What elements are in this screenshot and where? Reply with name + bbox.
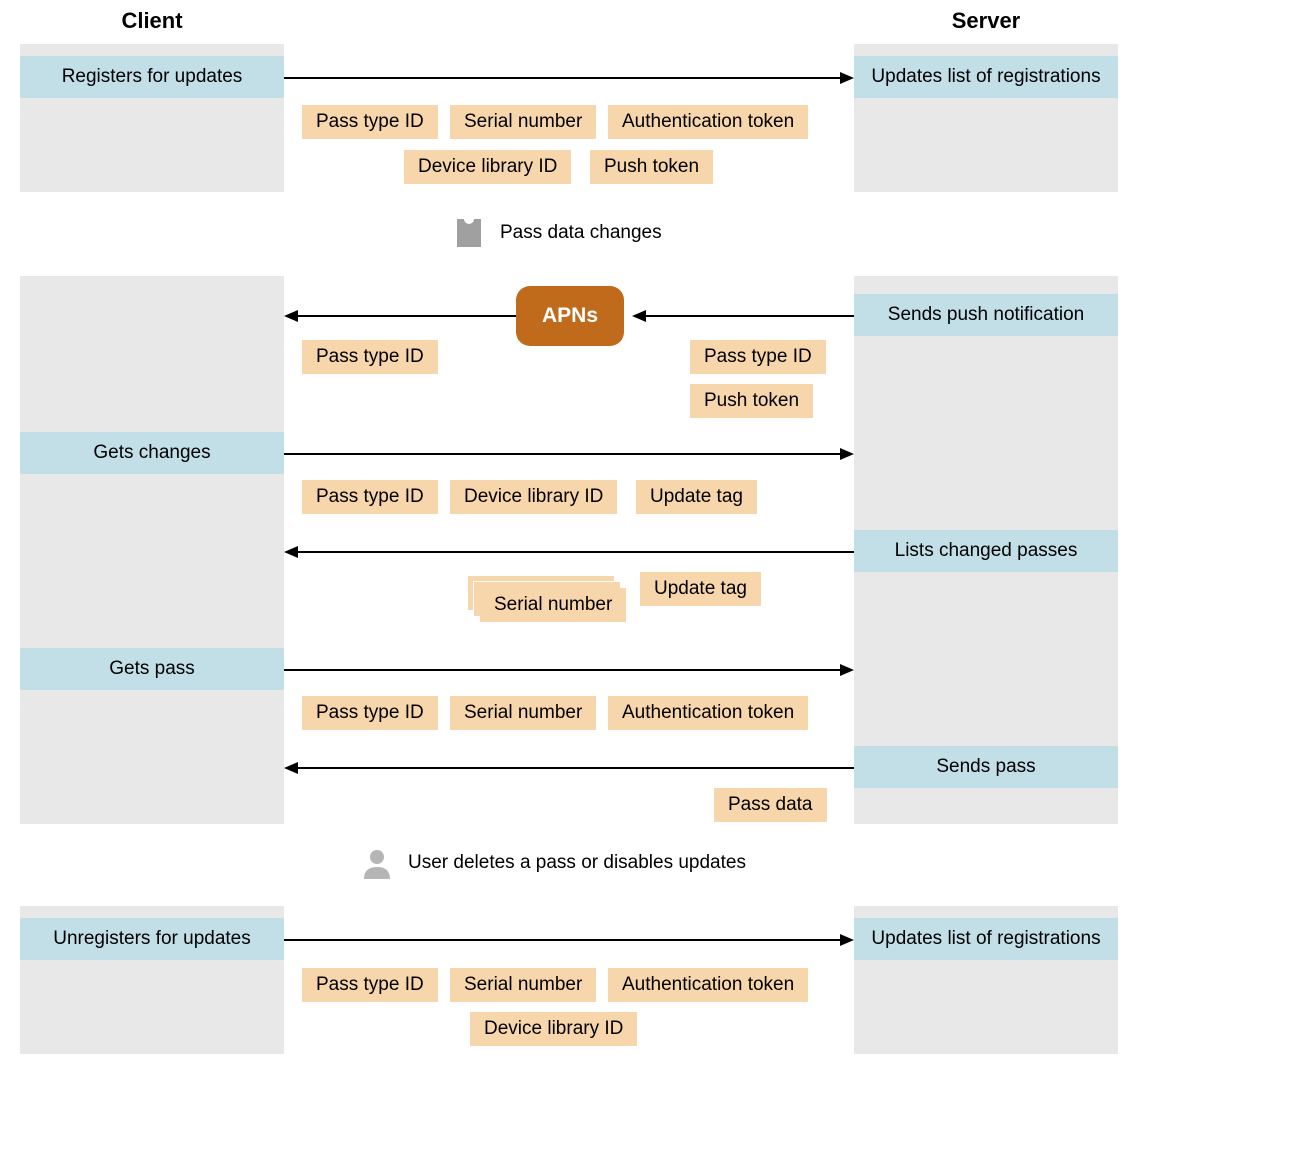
server-header: Server <box>854 8 1118 34</box>
pill-push-token-apns: Push token <box>690 384 813 418</box>
action-gets-pass: Gets pass <box>20 648 284 690</box>
pill-pass-type-id: Pass type ID <box>302 105 438 139</box>
action-sends-pass: Sends pass <box>854 746 1118 788</box>
user-icon <box>360 846 394 880</box>
client-header: Client <box>20 8 284 34</box>
pill-push-token: Push token <box>590 150 713 184</box>
arrow-unregister <box>284 930 854 950</box>
arrow-gets-pass <box>284 660 854 680</box>
client-lane-phase2 <box>20 276 284 824</box>
arrow-server-to-apns <box>632 306 854 326</box>
action-sends-push-notification: Sends push notification <box>854 294 1118 336</box>
apns-chip: APNs <box>516 286 624 346</box>
ticket-icon <box>452 216 486 250</box>
arrow-lists-changed-passes <box>284 542 854 562</box>
pill-pass-type-id-apns-right: Pass type ID <box>690 340 826 374</box>
action-registers-for-updates: Registers for updates <box>20 56 284 98</box>
pill-serial-number-unreg: Serial number <box>450 968 596 1002</box>
action-updates-list-of-registrations-2: Updates list of registrations <box>854 918 1118 960</box>
pill-authentication-token: Authentication token <box>608 105 808 139</box>
action-unregisters-for-updates: Unregisters for updates <box>20 918 284 960</box>
pill-update-tag-gc: Update tag <box>636 480 757 514</box>
arrow-register <box>284 68 854 88</box>
arrow-sends-pass <box>284 758 854 778</box>
action-lists-changed-passes: Lists changed passes <box>854 530 1118 572</box>
pill-pass-type-id-unreg: Pass type ID <box>302 968 438 1002</box>
pill-pass-type-id-gc: Pass type ID <box>302 480 438 514</box>
pill-device-library-id: Device library ID <box>404 150 571 184</box>
arrow-gets-changes <box>284 444 854 464</box>
pill-authentication-token-unreg: Authentication token <box>608 968 808 1002</box>
pill-pass-type-id-apns-left: Pass type ID <box>302 340 438 374</box>
pill-device-library-id-gc: Device library ID <box>450 480 617 514</box>
interjection-pass-data-changes: Pass data changes <box>452 216 662 250</box>
pill-serial-number-stack: Serial number <box>480 588 626 622</box>
pill-update-tag-lcp: Update tag <box>640 572 761 606</box>
interjection-user-deletes-pass: User deletes a pass or disables updates <box>360 846 746 880</box>
pill-serial-number-gp: Serial number <box>450 696 596 730</box>
action-updates-list-of-registrations-1: Updates list of registrations <box>854 56 1118 98</box>
pill-serial-number: Serial number <box>450 105 596 139</box>
action-gets-changes: Gets changes <box>20 432 284 474</box>
pill-pass-data: Pass data <box>714 788 827 822</box>
interjection-text: User deletes a pass or disables updates <box>408 852 746 874</box>
pill-authentication-token-gp: Authentication token <box>608 696 808 730</box>
arrow-apns-to-client <box>284 306 516 326</box>
sequence-diagram: Client Server Registers for updates Upda… <box>0 0 1299 1156</box>
interjection-text: Pass data changes <box>500 222 662 244</box>
pill-device-library-id-unreg: Device library ID <box>470 1012 637 1046</box>
pill-pass-type-id-gp: Pass type ID <box>302 696 438 730</box>
